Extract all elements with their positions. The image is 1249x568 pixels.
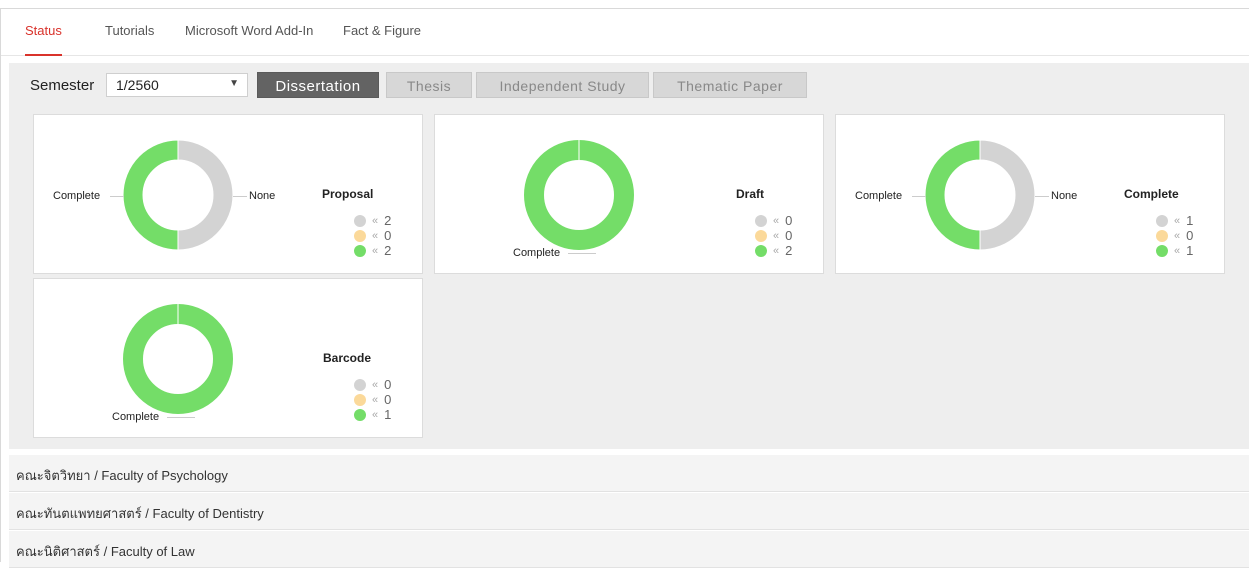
slice-label-complete: Complete (513, 247, 561, 259)
legend-count: 0 (384, 392, 392, 407)
slice-complete (524, 140, 634, 250)
legend-dot (1156, 244, 1168, 257)
legend-item-complete: «1 (354, 407, 391, 422)
legend-item-complete: «2 (354, 243, 391, 258)
slice-label-none: None (249, 190, 276, 202)
tab-tutorials[interactable]: Tutorials (105, 23, 154, 56)
leader-line (110, 196, 124, 197)
chart-card-barcode: Complete Barcode «0 «0 «1 (33, 278, 423, 438)
legend-count: 0 (384, 377, 392, 392)
top-tabs: Status Tutorials Microsoft Word Add-In F… (1, 9, 1249, 56)
slice-label-complete: Complete (855, 190, 903, 202)
status-frame: Status Tutorials Microsoft Word Add-In F… (0, 8, 1249, 568)
legend-count: 0 (384, 228, 392, 243)
chart-title: Complete (1124, 187, 1179, 201)
leader-line (912, 196, 926, 197)
legend-dot (755, 214, 767, 227)
semester-value: 1/2560 (116, 77, 159, 93)
legend-dot (755, 244, 767, 257)
legend-dot (354, 244, 366, 257)
leader-line (233, 196, 247, 197)
slice-complete (123, 304, 233, 414)
slice-label-complete: Complete (112, 411, 160, 423)
legend-dot (354, 229, 366, 242)
legend-count: 1 (1186, 243, 1194, 258)
semester-label: Semester (30, 77, 95, 94)
status-panel: Semester 1/2560 ▼ Dissertation Thesis In… (9, 63, 1249, 449)
legend-item-pending: «0 (354, 392, 391, 407)
legend-item-pending: «0 (354, 228, 391, 243)
tab-fact-figure[interactable]: Fact & Figure (343, 23, 421, 56)
chart-legend: «0 «0 «2 (755, 213, 792, 258)
legend-item-complete: «1 (1156, 243, 1193, 258)
chart-title: Barcode (323, 351, 372, 365)
chevron-down-icon: ▼ (229, 78, 239, 89)
chart-card-proposal: Complete None Proposal «2 «0 «2 (33, 114, 423, 274)
legend-item-none: «0 (354, 377, 391, 392)
legend-count: 1 (384, 407, 392, 422)
chart-card-draft: Complete Draft «0 «0 «2 (434, 114, 824, 274)
chart-legend: «0 «0 «1 (354, 377, 391, 422)
faculty-row-dentistry[interactable]: คณะทันตแพทยศาสตร์ / Faculty of Dentistry (9, 493, 1249, 530)
slice-none (177, 139, 234, 251)
legend-dot (354, 378, 366, 391)
legend-count: 0 (1186, 228, 1194, 243)
slice-label-none: None (1051, 190, 1078, 202)
type-button-dissertation[interactable]: Dissertation (257, 72, 379, 98)
legend-item-none: «1 (1156, 213, 1193, 228)
legend-count: 0 (785, 228, 793, 243)
legend-dot (755, 229, 767, 242)
legend-dot (354, 408, 366, 421)
faculty-row-law[interactable]: คณะนิติศาสตร์ / Faculty of Law (9, 531, 1249, 568)
chart-legend: «1 «0 «1 (1156, 213, 1193, 258)
legend-count: 2 (384, 213, 392, 228)
legend-dot (354, 214, 366, 227)
type-button-thesis[interactable]: Thesis (386, 72, 472, 98)
tab-word-add-in[interactable]: Microsoft Word Add-In (185, 23, 313, 56)
chart-title: Draft (736, 187, 765, 201)
legend-dot (1156, 229, 1168, 242)
legend-count: 0 (785, 213, 793, 228)
slice-complete (122, 139, 179, 251)
legend-item-none: «0 (755, 213, 792, 228)
leader-line (568, 253, 596, 254)
slice-none (979, 139, 1036, 251)
legend-dot (1156, 214, 1168, 227)
legend-count: 1 (1186, 213, 1194, 228)
legend-item-pending: «0 (1156, 228, 1193, 243)
slice-complete (924, 139, 981, 251)
legend-item-complete: «2 (755, 243, 792, 258)
chart-card-complete: Complete None Complete «1 «0 «1 (835, 114, 1225, 274)
semester-select[interactable]: 1/2560 ▼ (106, 73, 248, 97)
type-button-thematic-paper[interactable]: Thematic Paper (653, 72, 807, 98)
legend-item-pending: «0 (755, 228, 792, 243)
chart-title: Proposal (322, 187, 374, 201)
slice-label-complete: Complete (53, 190, 101, 202)
legend-count: 2 (785, 243, 793, 258)
faculty-row-psychology[interactable]: คณะจิตวิทยา / Faculty of Psychology (9, 455, 1249, 492)
legend-dot (354, 393, 366, 406)
leader-line (1035, 196, 1049, 197)
tab-status[interactable]: Status (25, 23, 62, 56)
type-button-independent-study[interactable]: Independent Study (476, 72, 649, 98)
legend-count: 2 (384, 243, 392, 258)
leader-line (167, 417, 195, 418)
chart-legend: «2 «0 «2 (354, 213, 391, 258)
legend-item-none: «2 (354, 213, 391, 228)
